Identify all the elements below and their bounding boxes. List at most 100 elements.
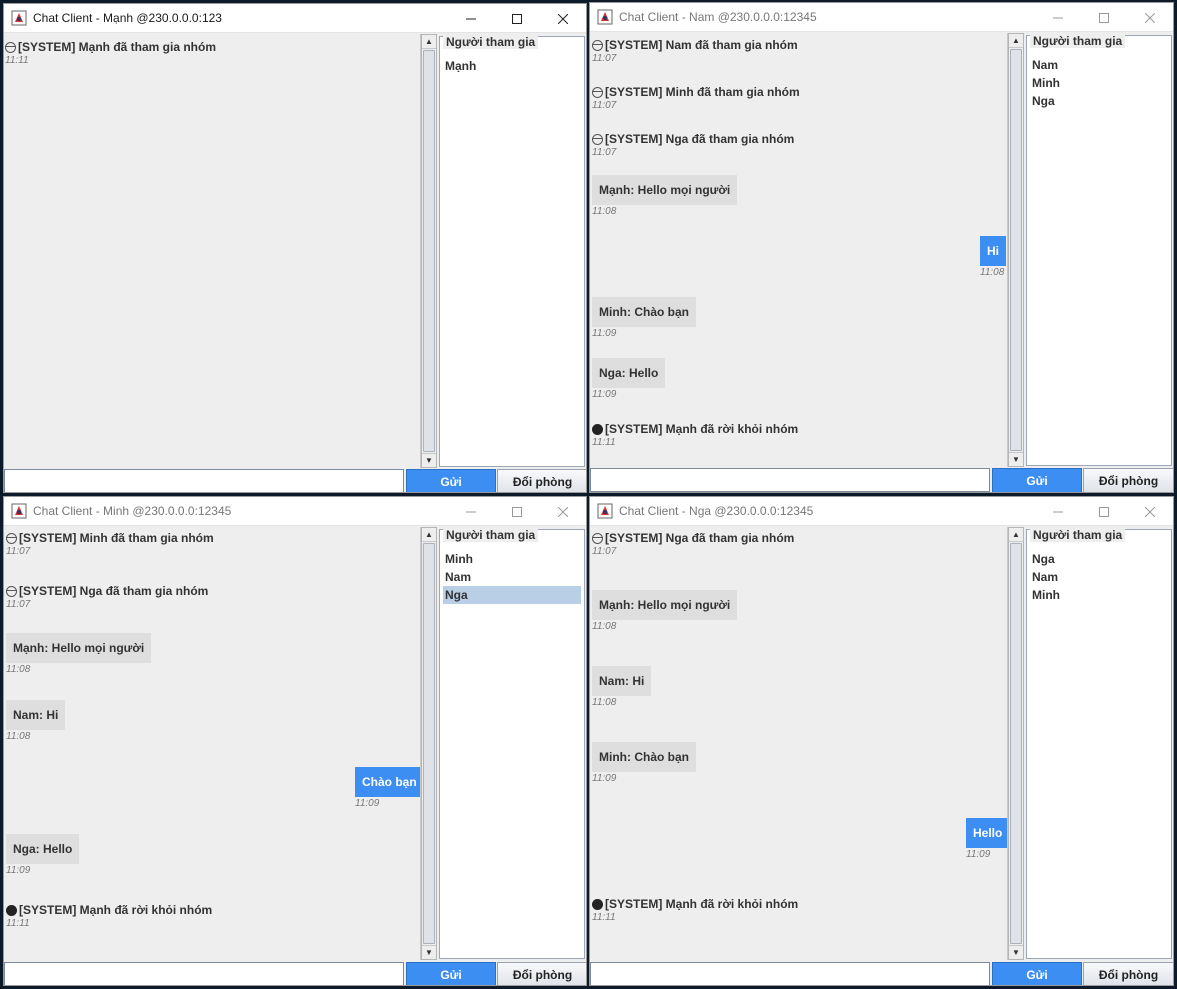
participants-list[interactable]: Nam Minh Nga [1030, 56, 1168, 110]
java-app-icon [597, 9, 613, 25]
scroll-down-arrow-icon[interactable]: ▼ [1009, 452, 1023, 466]
maximize-button[interactable] [494, 497, 540, 526]
close-button[interactable] [1127, 497, 1173, 526]
close-button[interactable] [540, 4, 586, 33]
message-text: [SYSTEM] Mạnh đã rời khỏi nhóm [605, 897, 799, 911]
scroll-up-arrow-icon[interactable]: ▲ [1009, 528, 1023, 542]
window-title: Chat Client - Minh @230.0.0.0:12345 [33, 504, 232, 518]
chat-scrollbar[interactable]: ▲ ▼ [1008, 527, 1024, 960]
participants-panel: Người tham gia Nga Nam Minh [1026, 528, 1172, 959]
java-app-icon [597, 503, 613, 519]
scroll-thumb[interactable] [423, 543, 435, 944]
message-input[interactable] [4, 469, 404, 492]
participant-item[interactable]: Minh [1030, 74, 1168, 92]
scroll-down-arrow-icon[interactable]: ▼ [422, 945, 436, 959]
chat-window-manh: Chat Client - Mạnh @230.0.0.0:123 [SYSTE… [3, 3, 587, 493]
message-time: 11:08 [980, 267, 1005, 278]
outgoing-message: Chào bạn 11:09 [355, 767, 420, 809]
maximize-button[interactable] [494, 4, 540, 33]
scroll-down-arrow-icon[interactable]: ▼ [1009, 945, 1023, 959]
send-button[interactable]: Gửi [992, 468, 1082, 492]
java-app-icon [11, 10, 27, 26]
input-bar: Gửi Đổi phòng [4, 962, 586, 985]
message-time: 11:07 [6, 546, 31, 557]
title-bar[interactable]: Chat Client - Nga @230.0.0.0:12345 [590, 497, 1173, 526]
message-time: 11:09 [6, 865, 31, 876]
scroll-thumb[interactable] [1010, 543, 1022, 944]
minimize-button[interactable] [1035, 497, 1081, 526]
message-time: 11:09 [966, 849, 991, 860]
chat-area[interactable]: [SYSTEM] Minh đã tham gia nhóm 11:07 [SY… [4, 527, 421, 960]
scroll-up-arrow-icon[interactable]: ▲ [422, 35, 436, 49]
chat-area[interactable]: [SYSTEM] Nam đã tham gia nhóm 11:07 [SYS… [590, 33, 1008, 467]
participant-item[interactable]: Mạnh [443, 57, 581, 75]
outgoing-message: Hi 11:08 [980, 236, 1006, 278]
message-bubble: Nam: Hi [6, 700, 66, 730]
participant-item[interactable]: Nam [1030, 56, 1168, 74]
system-message: [SYSTEM] Nga đã tham gia nhóm 11:07 [592, 531, 794, 557]
scroll-thumb[interactable] [423, 50, 435, 452]
close-button[interactable] [1127, 3, 1173, 32]
scroll-thumb[interactable] [1010, 49, 1022, 451]
close-button[interactable] [540, 497, 586, 526]
participant-item-selected[interactable]: Nga [443, 586, 581, 604]
participants-panel: Người tham gia Nam Minh Nga [1026, 34, 1172, 466]
message-bubble: Nga: Hello [592, 358, 666, 388]
message-time: 11:07 [592, 147, 617, 158]
participants-list[interactable]: Minh Nam Nga [443, 550, 581, 604]
scroll-up-arrow-icon[interactable]: ▲ [1009, 34, 1023, 48]
participants-list[interactable]: Nga Nam Minh [1030, 550, 1168, 604]
message-text: [SYSTEM] Minh đã tham gia nhóm [605, 85, 800, 99]
chat-area[interactable]: [SYSTEM] Mạnh đã tham gia nhóm 11:11 [4, 34, 421, 468]
message-time: 11:11 [592, 437, 616, 448]
title-bar[interactable]: Chat Client - Minh @230.0.0.0:12345 [4, 497, 586, 526]
change-room-button[interactable]: Đổi phòng [1083, 962, 1173, 985]
message-text: [SYSTEM] Nga đã tham gia nhóm [605, 132, 795, 146]
change-room-button[interactable]: Đổi phòng [497, 469, 586, 492]
message-input[interactable] [590, 962, 990, 985]
message-text: [SYSTEM] Nga đã tham gia nhóm [19, 584, 209, 598]
participant-item[interactable]: Nam [1030, 568, 1168, 586]
scroll-up-arrow-icon[interactable]: ▲ [422, 528, 436, 542]
send-button[interactable]: Gửi [406, 962, 496, 985]
participants-list[interactable]: Mạnh [443, 57, 581, 75]
message-time: 11:07 [592, 53, 617, 64]
incoming-message: Minh: Chào bạn 11:09 [592, 742, 696, 784]
change-room-button[interactable]: Đổi phòng [1083, 468, 1173, 492]
chat-scrollbar[interactable]: ▲ ▼ [1008, 33, 1024, 467]
leave-dot-icon [6, 904, 17, 916]
chat-scrollbar[interactable]: ▲ ▼ [421, 527, 437, 960]
globe-icon [592, 532, 603, 544]
message-time: 11:07 [6, 599, 31, 610]
chat-scrollbar[interactable]: ▲ ▼ [421, 34, 437, 468]
system-message: [SYSTEM] Nam đã tham gia nhóm 11:07 [592, 38, 798, 64]
message-input[interactable] [4, 962, 404, 985]
send-button[interactable]: Gửi [992, 962, 1082, 985]
message-time: 11:08 [6, 731, 31, 742]
incoming-message: Minh: Chào bạn 11:09 [592, 297, 696, 339]
change-room-button[interactable]: Đổi phòng [497, 962, 586, 985]
scroll-down-arrow-icon[interactable]: ▼ [422, 453, 436, 467]
minimize-button[interactable] [448, 4, 494, 33]
title-bar[interactable]: Chat Client - Nam @230.0.0.0:12345 [590, 3, 1173, 32]
participant-item[interactable]: Minh [1030, 586, 1168, 604]
participant-item[interactable]: Nam [443, 568, 581, 586]
participant-item[interactable]: Nga [1030, 92, 1168, 110]
minimize-button[interactable] [1035, 3, 1081, 32]
participant-item[interactable]: Nga [1030, 550, 1168, 568]
maximize-button[interactable] [1081, 497, 1127, 526]
participants-legend: Người tham gia [1030, 34, 1126, 48]
participant-item[interactable]: Minh [443, 550, 581, 568]
chat-area[interactable]: [SYSTEM] Nga đã tham gia nhóm 11:07 Mạnh… [590, 527, 1008, 960]
message-input[interactable] [590, 468, 990, 492]
title-bar[interactable]: Chat Client - Mạnh @230.0.0.0:123 [4, 4, 586, 33]
minimize-icon [466, 511, 476, 512]
message-text: [SYSTEM] Minh đã tham gia nhóm [19, 531, 214, 545]
maximize-button[interactable] [1081, 3, 1127, 32]
incoming-message: Nga: Hello 11:09 [592, 358, 666, 400]
minimize-button[interactable] [448, 497, 494, 526]
system-message: [SYSTEM] Mạnh đã rời khỏi nhóm 11:11 [592, 422, 798, 448]
globe-icon [6, 585, 17, 597]
send-button[interactable]: Gửi [406, 469, 496, 492]
leave-dot-icon [592, 898, 603, 910]
